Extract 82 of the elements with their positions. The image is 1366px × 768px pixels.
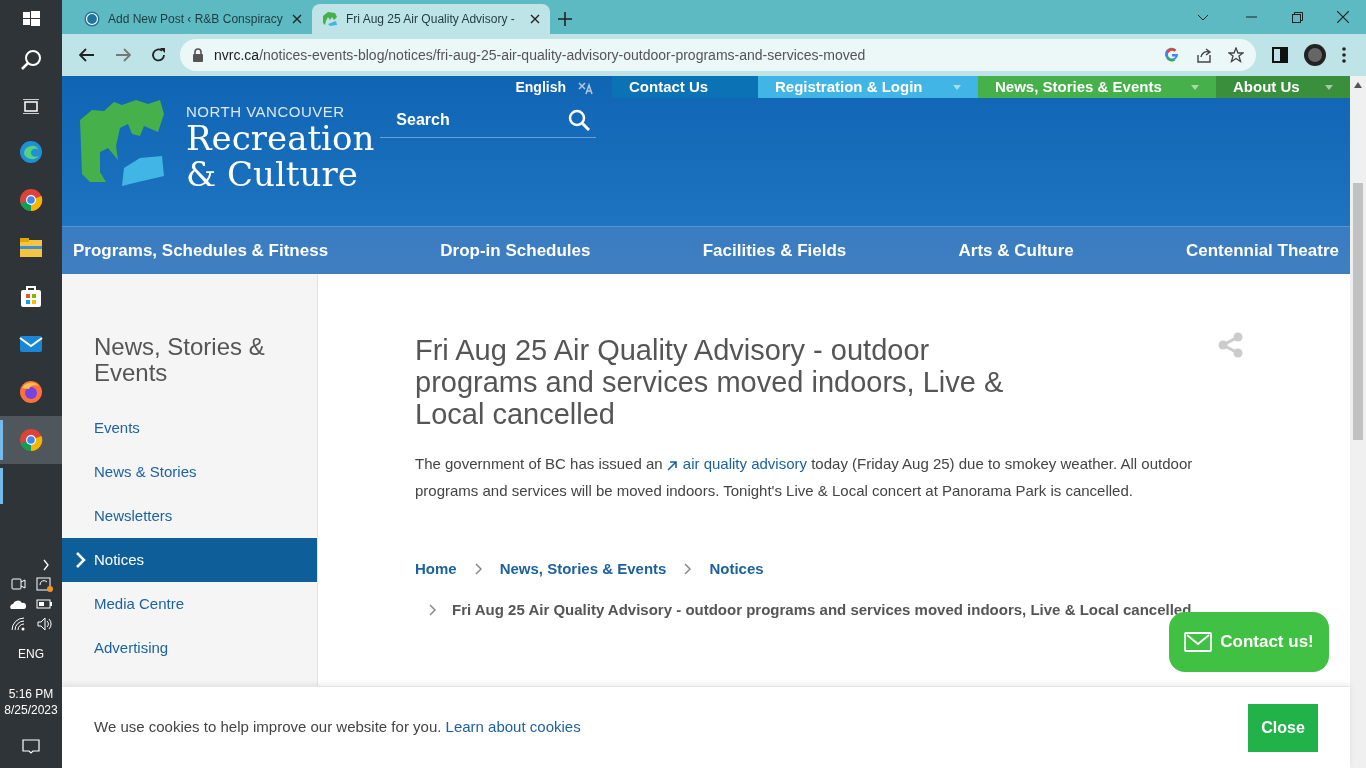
avatar[interactable] [1304, 44, 1326, 66]
breadcrumb-link[interactable]: Home [415, 558, 457, 581]
main-nav-link[interactable]: Arts & Culture [958, 237, 1074, 264]
external-link-icon [666, 459, 677, 471]
mail-icon [1184, 632, 1213, 652]
close-icon[interactable] [1337, 11, 1349, 23]
forward-icon[interactable] [115, 47, 131, 63]
task-view-icon[interactable] [23, 98, 39, 114]
sidebar-item[interactable]: Newsletters [62, 494, 317, 538]
speaker-icon[interactable] [36, 616, 52, 632]
clock-date[interactable]: 8/25/2023 [4, 702, 58, 718]
sidebar-item[interactable]: Notices [62, 538, 317, 582]
cookie-link[interactable]: Learn about cookies [445, 718, 581, 736]
battery-icon[interactable] [36, 597, 53, 611]
wifi-icon[interactable] [10, 616, 26, 632]
minimize-icon[interactable] [1245, 16, 1257, 18]
clock-time[interactable]: 5:16 PM [8, 686, 54, 702]
google-icon[interactable] [1164, 47, 1180, 63]
chrome-icon [19, 188, 43, 212]
breadcrumb-link[interactable]: Notices [709, 558, 764, 581]
logo-wordmark: & Culture [186, 156, 359, 192]
tab-title: Fri Aug 25 Air Quality Advisory - [346, 11, 516, 28]
cookie-notice: We use cookies to help improve our website for you. Learn about cookies [94, 717, 581, 738]
new-tab-icon[interactable] [558, 12, 572, 26]
notification-icon[interactable] [22, 739, 40, 754]
utility-nav-link[interactable]: About Us [1216, 76, 1350, 98]
chevron-icon[interactable] [43, 559, 50, 571]
chevron-icon [474, 563, 482, 576]
browser-tab[interactable]: Fri Aug 25 Air Quality Advisory - [312, 4, 550, 34]
language-link[interactable]: English [515, 76, 566, 98]
chevron-icon [76, 552, 86, 568]
wordpress-icon [84, 11, 100, 27]
main-nav-link[interactable]: Programs, Schedules & Fitness [73, 237, 329, 264]
utility-nav-link[interactable]: Contact Us [612, 76, 758, 98]
breadcrumb-link[interactable]: News, Stories & Events [499, 558, 667, 581]
reload-icon[interactable] [151, 47, 167, 63]
share-icon[interactable] [1196, 47, 1212, 63]
camera-icon[interactable] [9, 576, 26, 592]
scroll-up-icon[interactable] [1354, 82, 1362, 88]
sidebar-item[interactable]: News & Stories [62, 450, 317, 494]
more-menu-icon[interactable] [1342, 47, 1346, 63]
chevron-down-icon[interactable] [1197, 13, 1209, 21]
sync-app-icon[interactable] [35, 576, 53, 592]
shopping-bag-icon [19, 284, 43, 308]
lock-icon [192, 48, 204, 62]
browser-wave-icon [19, 140, 43, 164]
chevron-icon [684, 563, 692, 576]
search-icon[interactable] [21, 50, 41, 70]
side-panel-icon[interactable] [1272, 47, 1288, 63]
restore-icon[interactable] [1291, 11, 1303, 23]
language-indicator[interactable]: ENG [18, 645, 44, 663]
main-nav-link[interactable]: Drop-in Schedules [440, 237, 591, 264]
url-text: nvrc.ca/notices-events-blog/notices/fri-aug-25-air-quality-advisory-outdoor-programs-and-services-moved [214, 45, 866, 65]
search-field[interactable]: Search [380, 102, 597, 138]
advisory-link[interactable]: air quality advisory [666, 455, 808, 472]
main-nav-link[interactable]: Centennial Theatre [1185, 237, 1339, 264]
close-icon[interactable] [530, 14, 540, 24]
chevron-icon [429, 603, 436, 616]
chrome-icon [19, 428, 43, 452]
address-bar[interactable]: nvrc.ca/notices-events-blog/notices/fri-aug-25-air-quality-advisory-outdoor-programs-and-services-moved [180, 39, 1256, 71]
article-title: Fri Aug 25 Air Quality Advisory - outdoor programs and services moved indoors, Live & Local cancelled [415, 334, 1005, 430]
browser-tab[interactable]: Add New Post ‹ R&B Conspiracy [74, 4, 312, 34]
logo-tagline: NORTH VANCOUVER [186, 104, 346, 120]
scroll-thumb[interactable] [1353, 183, 1363, 440]
sidebar-item[interactable]: Advertising [62, 626, 317, 670]
search-icon[interactable] [568, 108, 591, 131]
fox-globe-icon [19, 380, 43, 404]
close-icon[interactable] [292, 14, 302, 24]
windows-start-icon[interactable] [22, 10, 40, 26]
star-icon[interactable] [1228, 47, 1244, 63]
main-nav-link[interactable]: Facilities & Fields [702, 237, 847, 264]
tab-title: Add New Post ‹ R&B Conspiracy [108, 11, 284, 28]
sidebar-item[interactable]: Events [62, 406, 317, 450]
translate-icon[interactable] [578, 79, 594, 95]
folder-icon [19, 236, 43, 260]
article-body: The government of BC has issued an air quality advisory today (Friday Aug 25) due to smokey weather. All outdoor programs and services will be moved indoors. Tonight's Live & Local concert at Panorama Park is cancelled. [415, 454, 1194, 501]
sidebar-title: News, Stories & Events [93, 334, 266, 386]
back-icon[interactable] [79, 47, 95, 63]
sidebar-item[interactable]: Media Centre [62, 582, 317, 626]
site-logo-icon [322, 11, 338, 27]
logo-wordmark: Recreation [186, 120, 375, 156]
scrollbar[interactable] [1350, 76, 1366, 768]
